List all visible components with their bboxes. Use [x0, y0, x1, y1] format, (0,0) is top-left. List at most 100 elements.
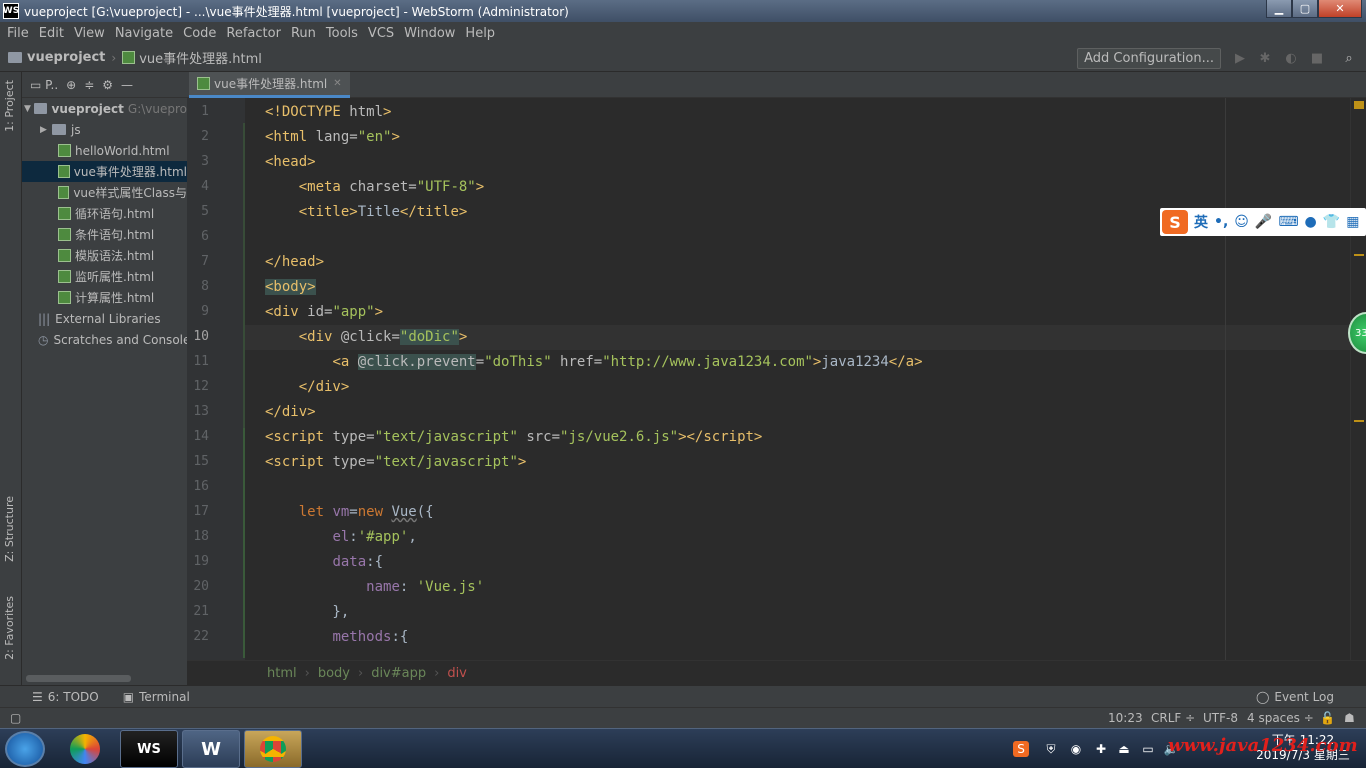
code-line: </head> [265, 254, 325, 270]
menu-navigate[interactable]: Navigate [110, 26, 178, 41]
tree-item-file[interactable]: helloWorld.html [22, 140, 187, 161]
tree-item-file-selected[interactable]: vue事件处理器.html [22, 161, 187, 182]
breadcrumb-body[interactable]: body [318, 666, 350, 681]
ime-toolbar[interactable]: S 英 •, ☺ 🎤 ⌨ ● 👕 ▦ [1160, 208, 1366, 236]
tree-item-js[interactable]: ▶ js [22, 119, 187, 140]
tree-root[interactable]: ▼ vueproject G:\vuepro [22, 98, 187, 119]
taskbar-wps[interactable]: W [182, 730, 240, 768]
menu-tools[interactable]: Tools [321, 26, 363, 41]
project-view-selector[interactable]: ▭ P.. [30, 78, 58, 92]
editor-tab-bar: vue事件处理器.html ✕ [187, 72, 1366, 98]
grid-icon[interactable]: ▦ [1346, 214, 1359, 230]
network-icon[interactable]: ▭ [1140, 741, 1156, 757]
menu-refactor[interactable]: Refactor [221, 26, 286, 41]
skin-icon[interactable]: 👕 [1323, 214, 1340, 230]
line-number: 15 [193, 454, 209, 469]
menu-bar: File Edit View Navigate Code Refactor Ru… [0, 22, 1366, 44]
code-line: <!DOCTYPE html> [265, 104, 392, 120]
tree-item-file[interactable]: 监听属性.html [22, 266, 187, 287]
taskbar-webstorm[interactable]: WS [120, 730, 178, 768]
breadcrumb-div-app[interactable]: div#app [371, 666, 426, 681]
left-tool-strip: 1: Project Z: Structure 2: Favorites [0, 72, 22, 688]
breadcrumb-div[interactable]: div [447, 666, 467, 681]
start-button[interactable] [5, 731, 45, 767]
file-encoding[interactable]: UTF-8 [1203, 711, 1238, 725]
maximize-button[interactable]: ▢ [1292, 0, 1318, 18]
indent-setting[interactable]: 4 spaces ÷ [1247, 711, 1314, 725]
scroll-marker [1354, 420, 1364, 422]
editor-scrollbar[interactable] [1350, 98, 1366, 660]
breadcrumb-html[interactable]: html [267, 666, 297, 681]
code-editor[interactable]: <!DOCTYPE html> <html lang="en"> <head> … [245, 98, 1350, 660]
add-configuration-button[interactable]: Add Configuration... [1077, 48, 1221, 69]
inspector-icon[interactable]: ☗ [1344, 711, 1355, 725]
taskbar-chrome[interactable] [244, 730, 302, 768]
tree-item-file[interactable]: 循环语句.html [22, 203, 187, 224]
tree-item-file[interactable]: vue样式属性Class与 [22, 182, 187, 203]
locate-icon[interactable]: ⊕ [66, 78, 76, 92]
user-icon[interactable]: ● [1305, 214, 1317, 230]
microphone-icon[interactable]: 🎤 [1255, 214, 1272, 230]
tool-tab-structure[interactable]: Z: Structure [3, 496, 16, 562]
keyboard-icon[interactable]: ⌨ [1278, 214, 1298, 230]
tree-item-file[interactable]: 模版语法.html [22, 245, 187, 266]
caret-position[interactable]: 10:23 [1108, 711, 1143, 725]
sogou-tray-icon[interactable]: S [1013, 741, 1029, 757]
menu-window[interactable]: Window [399, 26, 460, 41]
antivirus-icon[interactable]: ◉ [1068, 741, 1084, 757]
line-number: 5 [201, 204, 209, 219]
ime-language[interactable]: 英 [1194, 212, 1208, 232]
punctuation-icon[interactable]: •, [1214, 214, 1228, 230]
layout-icon[interactable]: ▢ [10, 711, 21, 725]
line-separator[interactable]: CRLF ÷ [1151, 711, 1195, 725]
menu-code[interactable]: Code [178, 26, 221, 41]
close-button[interactable]: ✕ [1318, 0, 1362, 18]
lock-icon[interactable]: 🔓 [1320, 711, 1335, 725]
line-number: 7 [201, 254, 209, 269]
tree-item-scratches[interactable]: ◷ Scratches and Console [22, 329, 187, 350]
nav-crumb-file[interactable]: vue事件处理器.html [122, 48, 262, 67]
html-file-icon [122, 51, 136, 64]
close-tab-icon[interactable]: ✕ [333, 78, 341, 89]
minimize-button[interactable]: ▁ [1266, 0, 1292, 18]
collapse-icon[interactable]: ≑ [84, 78, 94, 92]
tool-tab-favorites[interactable]: 2: Favorites [3, 596, 16, 660]
menu-file[interactable]: File [2, 26, 34, 41]
nav-crumb-project[interactable]: vueproject [0, 50, 105, 65]
menu-vcs[interactable]: VCS [363, 26, 399, 41]
library-icon: ||| [38, 311, 51, 326]
stop-icon[interactable]: ■ [1310, 51, 1324, 66]
html-file-icon [58, 270, 71, 283]
code-line: <html lang="en"> [265, 129, 400, 145]
plus-icon[interactable]: ✚ [1093, 741, 1109, 757]
run-icon[interactable]: ▶ [1233, 51, 1247, 66]
tree-item-file[interactable]: 条件语句.html [22, 224, 187, 245]
line-number: 10 [193, 329, 209, 344]
search-icon[interactable]: ⌕ [1342, 51, 1356, 66]
shield-icon[interactable]: ⛨ [1043, 741, 1059, 757]
menu-run[interactable]: Run [286, 26, 321, 41]
inspection-status-icon[interactable] [1354, 101, 1364, 109]
coverage-icon[interactable]: ◐ [1284, 51, 1298, 66]
line-number: 2 [201, 129, 209, 144]
hide-icon[interactable]: — [121, 78, 133, 92]
code-line: <div id="app"> [265, 304, 384, 320]
menu-edit[interactable]: Edit [34, 26, 69, 41]
menu-view[interactable]: View [69, 26, 110, 41]
emoji-icon[interactable]: ☺ [1234, 214, 1249, 230]
app-icon-colorful[interactable] [56, 730, 114, 768]
gear-icon[interactable]: ⚙ [102, 78, 113, 92]
project-horizontal-scrollbar[interactable] [26, 675, 131, 682]
editor-tab-active[interactable]: vue事件处理器.html ✕ [189, 72, 350, 98]
debug-icon[interactable]: ✱ [1258, 51, 1272, 66]
tree-item-file[interactable]: 计算属性.html [22, 287, 187, 308]
terminal-tab[interactable]: ▣ Terminal [123, 690, 190, 704]
code-line: </div> [298, 379, 350, 395]
code-line: <title>Title</title> [298, 204, 468, 220]
menu-help[interactable]: Help [460, 26, 500, 41]
todo-tab[interactable]: ☰ 6: TODO [32, 690, 99, 704]
event-log-tab[interactable]: ◯ Event Log [1256, 690, 1334, 704]
tree-item-external-libraries[interactable]: ||| External Libraries [22, 308, 187, 329]
usb-icon[interactable]: ⏏ [1116, 741, 1132, 757]
tool-tab-project[interactable]: 1: Project [3, 80, 16, 132]
